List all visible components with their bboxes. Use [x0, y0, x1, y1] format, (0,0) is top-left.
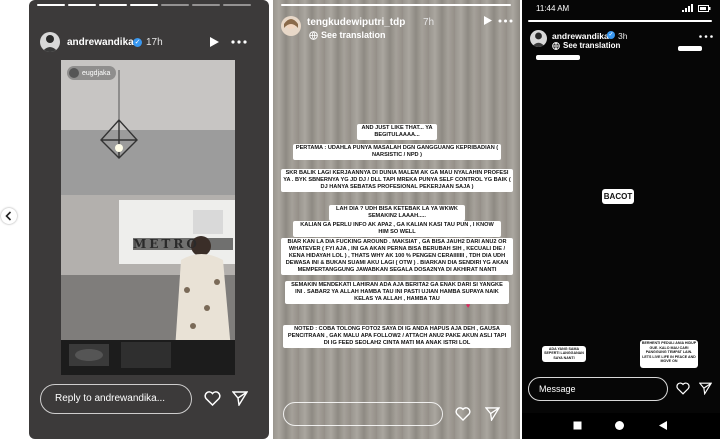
story-panel-left[interactable]: andrewandika ✓ 17h eugdjaka METRO Reply …	[29, 0, 269, 439]
tag-avatar	[69, 68, 79, 78]
story-text-1: AND JUST LIKE THAT... YA BEGITULAAAA...	[357, 124, 437, 140]
like-button[interactable]	[455, 407, 471, 421]
more-icon	[231, 40, 247, 44]
story-time: 3h	[618, 31, 628, 41]
reply-input[interactable]: Reply to andrewandika...	[40, 384, 192, 414]
play-icon	[210, 37, 219, 47]
story-username[interactable]: andrewandika	[67, 37, 134, 48]
play-icon	[484, 16, 492, 25]
story-time: 17h	[146, 37, 163, 48]
story-username[interactable]: andrewandika	[552, 31, 609, 41]
tag-username: eugdjaka	[82, 69, 111, 77]
send-button[interactable]	[699, 382, 712, 395]
play-button[interactable]	[483, 15, 493, 26]
send-icon	[699, 382, 712, 395]
signal-icon	[682, 4, 693, 12]
top-left-mini-sticker	[536, 55, 580, 60]
avatar[interactable]	[530, 30, 547, 47]
send-icon	[232, 391, 248, 406]
story-text-8: NOTED : COBA TOLONG FOTO2 SAYA DI IG AND…	[283, 325, 511, 348]
like-button[interactable]	[676, 382, 690, 395]
see-translation-button[interactable]: See translation	[309, 30, 386, 40]
like-button[interactable]	[204, 391, 221, 406]
story-progress	[528, 20, 712, 22]
more-options-button[interactable]	[699, 35, 713, 38]
wall-sign-text: Metro	[133, 237, 200, 251]
message-input[interactable]: Message	[528, 377, 668, 401]
send-icon	[485, 407, 500, 421]
play-button[interactable]	[209, 36, 220, 48]
main-sticker: BACOT	[602, 189, 634, 204]
story-progress	[37, 4, 251, 6]
chevron-left-icon	[5, 211, 12, 221]
caption-sticker-left: ADA YANG SAMA SEPERTI LANGGANAN SAYA NAN…	[542, 346, 586, 362]
avatar[interactable]	[281, 16, 301, 36]
story-text-3: SKR BALIK LAGI KERJAANNYA DI DUNIA MALEM…	[281, 169, 513, 192]
heart-icon	[204, 391, 221, 406]
more-icon	[699, 35, 713, 38]
home-nav-icon[interactable]	[614, 420, 625, 431]
reply-input[interactable]	[283, 402, 443, 426]
send-button[interactable]	[232, 391, 248, 406]
status-bar: 11:44 AM	[522, 0, 720, 16]
system-nav-bar	[522, 413, 720, 439]
story-progress	[281, 4, 511, 6]
story-username[interactable]: tengkudewiputri_tdp	[307, 17, 405, 28]
heart-emoji-icon: ♥	[466, 303, 471, 310]
battery-icon	[698, 5, 711, 12]
send-button[interactable]	[485, 407, 500, 421]
story-time: 7h	[423, 17, 435, 28]
see-translation-label: See translation	[321, 30, 386, 40]
heart-icon	[455, 407, 471, 421]
previous-story-button[interactable]	[1, 208, 17, 224]
verified-badge-icon: ✓	[607, 31, 615, 39]
see-translation-label: See translation	[563, 41, 621, 50]
story-panel-middle[interactable]: tengkudewiputri_tdp 7h See translation A…	[273, 0, 520, 439]
story-text-4: LAH DIA ? UDH BISA KETEBAK LA YA WKWK SE…	[329, 205, 465, 221]
back-nav-icon[interactable]	[658, 420, 668, 431]
verified-badge-icon: ✓	[133, 38, 142, 47]
story-text-7: SEMAKIN MENDEKATI LAHIRAN ADA AJA BERITA…	[285, 281, 509, 304]
story-photo	[61, 60, 235, 375]
caption-sticker-right: BERHENTI PEDULI ANIA HIDUP GUE. KALO MAU…	[640, 340, 698, 368]
see-translation-button[interactable]: See translation	[552, 41, 620, 50]
status-time: 11:44 AM	[536, 4, 570, 13]
more-options-button[interactable]	[231, 40, 247, 44]
heart-icon	[676, 382, 690, 395]
story-text-6: BIAR KAN LA DIA FUCKING AROUND . MAKSIAT…	[281, 238, 513, 275]
recents-nav-icon[interactable]	[573, 421, 582, 430]
tag-sticker[interactable]: eugdjaka	[67, 66, 117, 80]
top-right-mini-sticker	[678, 46, 702, 51]
more-options-button[interactable]	[498, 19, 513, 23]
globe-icon	[309, 30, 318, 40]
globe-icon	[552, 41, 560, 50]
avatar[interactable]	[40, 32, 60, 52]
more-icon	[498, 19, 513, 23]
story-text-5: KALIAN GA PERLU INFO AK APA2 , GA KALIAN…	[293, 221, 501, 237]
story-text-2: PERTAMA : UDAHLA PUNYA MASALAH DGN GANGG…	[293, 144, 501, 160]
story-panel-right[interactable]: 11:44 AM andrewandika ✓ 3h See translati…	[522, 0, 720, 439]
